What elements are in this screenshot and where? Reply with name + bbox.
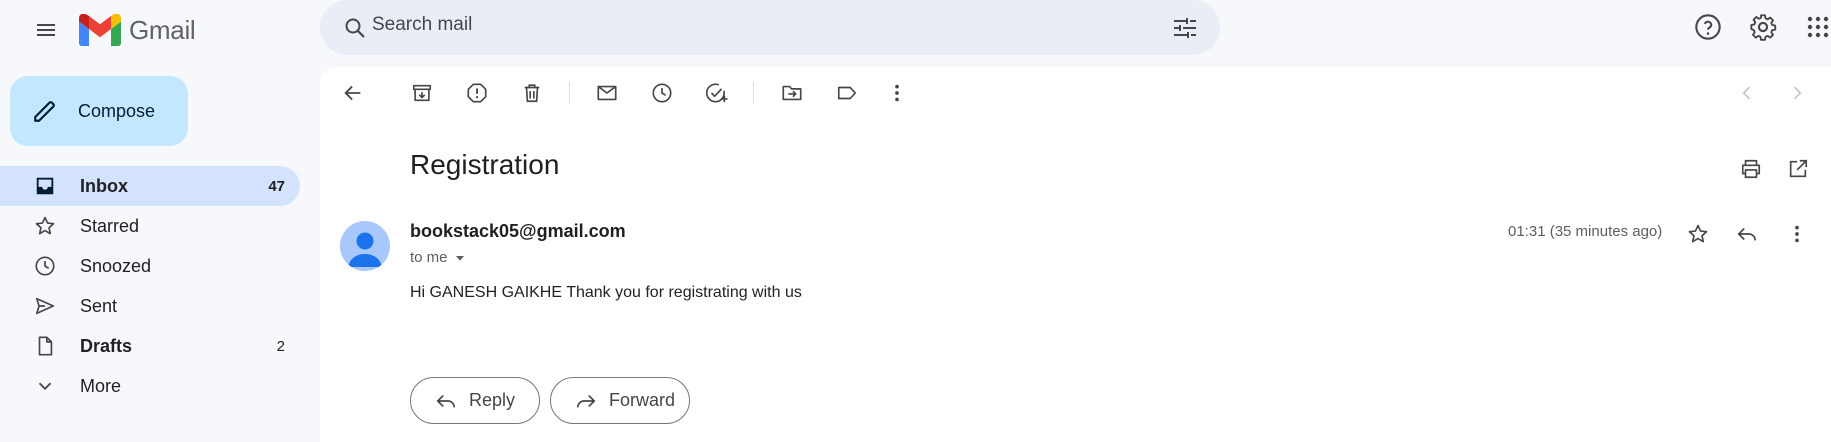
add-task-icon bbox=[705, 83, 728, 103]
snooze-button[interactable] bbox=[642, 73, 682, 113]
gmail-logo[interactable]: Gmail bbox=[79, 10, 196, 50]
back-button[interactable] bbox=[333, 73, 373, 113]
report-spam-button[interactable] bbox=[457, 73, 497, 113]
chevron-right-icon bbox=[1793, 86, 1802, 100]
toolbar-divider bbox=[569, 82, 570, 104]
back-icon bbox=[344, 85, 361, 101]
message-timestamp: 01:31 (35 minutes ago) bbox=[1508, 223, 1663, 240]
sidebar-item-label: Starred bbox=[80, 215, 140, 236]
sidebar-item-starred[interactable]: Starred bbox=[0, 206, 300, 246]
sidebar-item-label: Drafts bbox=[80, 335, 133, 356]
draft-icon bbox=[33, 334, 57, 358]
reply-button[interactable]: Reply bbox=[410, 377, 540, 424]
newer-message-button[interactable] bbox=[1727, 73, 1767, 113]
compose-label: Compose bbox=[78, 100, 156, 121]
draft-count: 2 bbox=[276, 337, 285, 355]
forward-button[interactable]: Forward bbox=[550, 377, 690, 424]
print-icon bbox=[1741, 159, 1761, 179]
open-in-new-icon bbox=[1789, 159, 1808, 178]
forward-label: Forward bbox=[609, 390, 676, 410]
avatar[interactable] bbox=[340, 221, 390, 271]
more-icon bbox=[895, 84, 899, 102]
sidebar-item-label: Sent bbox=[80, 295, 118, 316]
message-subject: Registration bbox=[410, 149, 560, 180]
recipient-label: to me bbox=[410, 249, 448, 266]
more-vert-icon bbox=[1795, 225, 1799, 243]
sidebar-item-sent[interactable]: Sent bbox=[0, 286, 300, 326]
archive-button[interactable] bbox=[402, 73, 442, 113]
mark-unread-icon bbox=[597, 85, 617, 101]
star-button[interactable] bbox=[1678, 214, 1718, 254]
send-icon bbox=[33, 294, 57, 318]
message-more-button[interactable] bbox=[1777, 214, 1817, 254]
open-in-new-window-button[interactable] bbox=[1778, 149, 1818, 189]
settings-button[interactable] bbox=[1739, 3, 1787, 51]
pencil-icon bbox=[34, 101, 55, 122]
reply-icon-button[interactable] bbox=[1727, 214, 1767, 254]
star-icon bbox=[33, 214, 57, 238]
help-icon bbox=[1695, 14, 1721, 40]
search-input[interactable] bbox=[372, 14, 1072, 36]
gear-icon bbox=[1750, 14, 1777, 41]
mark-unread-button[interactable] bbox=[587, 73, 627, 113]
more-options-button[interactable] bbox=[877, 73, 917, 113]
delete-icon bbox=[524, 84, 540, 103]
support-button[interactable] bbox=[1684, 3, 1732, 51]
sidebar-item-label: Inbox bbox=[80, 175, 128, 196]
delete-button[interactable] bbox=[512, 73, 552, 113]
reply-icon bbox=[1737, 227, 1757, 241]
message-body: Hi GANESH GAIKHE Thank you for registrat… bbox=[410, 284, 802, 301]
google-apps-button[interactable] bbox=[1794, 3, 1831, 51]
inbox-icon bbox=[33, 174, 57, 198]
older-message-button[interactable] bbox=[1777, 73, 1817, 113]
message-view bbox=[320, 67, 1831, 442]
reply-icon bbox=[436, 394, 456, 408]
toolbar-divider bbox=[753, 82, 754, 104]
sidebar-item-drafts[interactable]: Drafts 2 bbox=[0, 326, 300, 366]
gmail-m-icon bbox=[79, 14, 121, 46]
snooze-icon bbox=[652, 83, 672, 103]
unread-count: 47 bbox=[268, 177, 285, 195]
star-icon bbox=[1688, 224, 1708, 243]
report-spam-icon bbox=[467, 83, 487, 103]
main-menu-button[interactable] bbox=[22, 6, 70, 54]
caret-down-icon bbox=[455, 255, 464, 261]
print-all-button[interactable] bbox=[1731, 149, 1771, 189]
search-bar[interactable] bbox=[320, 0, 1220, 55]
sidebar-item-snoozed[interactable]: Snoozed bbox=[0, 246, 300, 286]
compose-button[interactable]: Compose bbox=[10, 76, 188, 146]
sender-address[interactable]: bookstack05@gmail.com bbox=[410, 221, 626, 242]
sidebar-item-inbox[interactable]: Inbox 47 bbox=[0, 166, 300, 206]
forward-icon bbox=[576, 394, 596, 408]
reply-label: Reply bbox=[469, 390, 516, 410]
sidebar-item-label: Snoozed bbox=[80, 255, 152, 276]
add-to-tasks-button[interactable] bbox=[697, 73, 737, 113]
sidebar-item-label: More bbox=[80, 375, 122, 396]
chevron-down-icon bbox=[33, 374, 57, 398]
sidebar-item-more[interactable]: More bbox=[0, 366, 300, 406]
hamburger-menu-icon bbox=[37, 24, 55, 36]
recipient-details-toggle[interactable]: to me bbox=[410, 249, 468, 266]
chevron-left-icon bbox=[1742, 86, 1751, 100]
archive-icon bbox=[412, 84, 432, 102]
search-options-icon[interactable] bbox=[1162, 5, 1208, 51]
apps-grid-icon bbox=[1807, 16, 1829, 38]
move-to-icon bbox=[782, 85, 802, 101]
labels-button[interactable] bbox=[827, 73, 867, 113]
move-to-button[interactable] bbox=[772, 73, 812, 113]
logo-text: Gmail bbox=[129, 14, 196, 45]
clock-icon bbox=[33, 254, 57, 278]
person-icon bbox=[348, 232, 382, 267]
label-icon bbox=[837, 86, 857, 100]
